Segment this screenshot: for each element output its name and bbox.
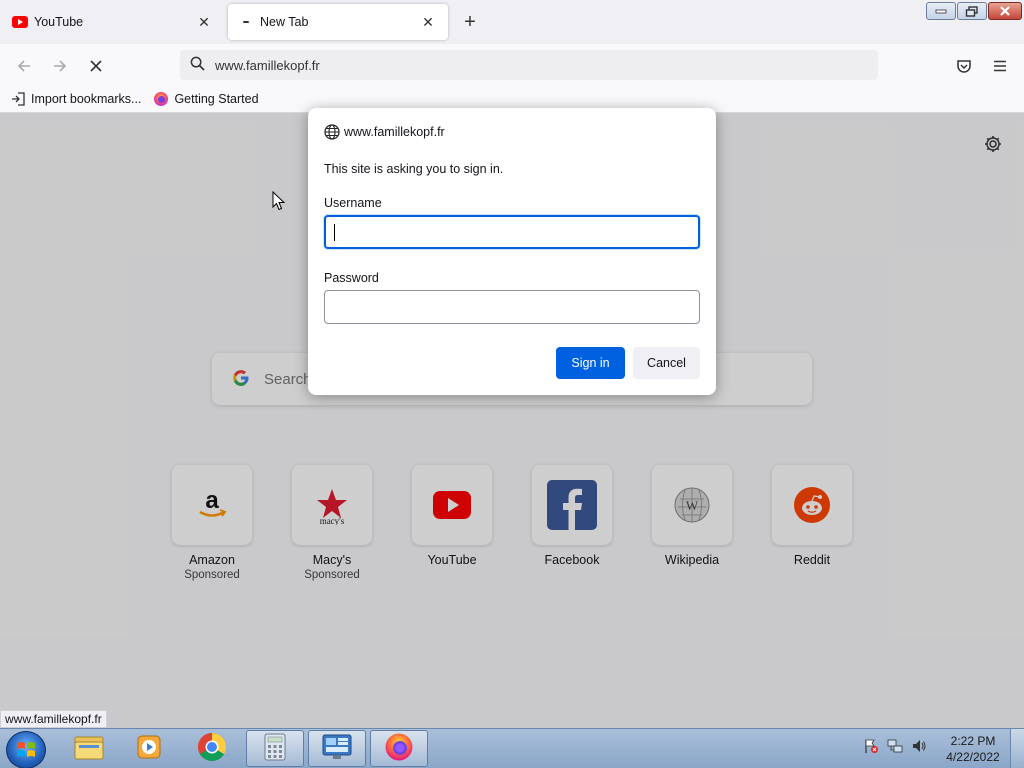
calculator-icon xyxy=(263,733,287,764)
clock-date: 4/22/2022 xyxy=(946,750,1000,764)
system-tray xyxy=(862,737,934,755)
text-caret xyxy=(334,224,335,241)
pocket-icon[interactable] xyxy=(951,53,977,79)
volume-icon[interactable] xyxy=(910,737,928,755)
password-field[interactable] xyxy=(324,290,700,324)
tab-youtube[interactable]: YouTube ✕ xyxy=(2,4,224,40)
taskbar-calculator[interactable] xyxy=(246,730,304,767)
taskbar-explorer[interactable] xyxy=(60,730,118,767)
bookmark-label: Import bookmarks... xyxy=(31,92,142,106)
firefox-icon xyxy=(153,91,169,107)
control-panel-icon xyxy=(321,733,353,764)
clock-time: 2:22 PM xyxy=(950,734,996,748)
tab-label: YouTube xyxy=(34,15,84,29)
taskbar: 2:22 PM 4/22/2022 xyxy=(0,728,1024,768)
search-icon xyxy=(190,56,205,74)
stop-button[interactable] xyxy=(83,53,109,79)
folder-icon xyxy=(73,733,105,764)
taskbar-firefox[interactable] xyxy=(370,730,428,767)
chrome-icon xyxy=(197,732,227,765)
tab-new-tab[interactable]: New Tab ✕ xyxy=(228,4,448,40)
network-icon[interactable] xyxy=(886,737,904,755)
show-desktop-button[interactable] xyxy=(1010,729,1024,768)
auth-dialog: www.famillekopf.fr This site is asking y… xyxy=(308,108,716,395)
menu-icon[interactable] xyxy=(987,53,1013,79)
sign-in-button[interactable]: Sign in xyxy=(556,347,625,379)
mouse-cursor-icon xyxy=(272,190,286,211)
restore-button[interactable] xyxy=(957,2,987,20)
firefox-icon xyxy=(384,732,414,765)
bookmark-import[interactable]: Import bookmarks... xyxy=(10,91,141,107)
import-icon xyxy=(10,91,26,107)
close-window-button[interactable] xyxy=(988,2,1022,20)
dialog-header: www.famillekopf.fr xyxy=(324,124,700,140)
password-label: Password xyxy=(324,271,379,285)
url-text: www.famillekopf.fr xyxy=(215,57,320,73)
dialog-site: www.famillekopf.fr xyxy=(344,125,445,139)
youtube-icon xyxy=(12,14,28,30)
minimize-button[interactable] xyxy=(926,2,956,20)
globe-icon xyxy=(324,124,340,140)
close-tab-icon[interactable]: ✕ xyxy=(194,12,214,32)
media-player-icon xyxy=(135,733,163,764)
taskbar-control-panel[interactable] xyxy=(308,730,366,767)
tab-strip: YouTube ✕ New Tab ✕ + xyxy=(0,0,1024,44)
close-tab-icon[interactable]: ✕ xyxy=(418,12,438,32)
taskbar-clock[interactable]: 2:22 PM 4/22/2022 xyxy=(940,733,1006,765)
taskbar-media-player[interactable] xyxy=(120,730,178,767)
bookmark-label: Getting Started xyxy=(174,92,259,106)
tab-label: New Tab xyxy=(260,15,309,29)
windows-logo-icon xyxy=(17,742,35,757)
action-center-flag-icon[interactable] xyxy=(862,737,880,755)
dialog-buttons: Sign in Cancel xyxy=(548,347,700,379)
username-label: Username xyxy=(324,196,382,210)
dialog-message: This site is asking you to sign in. xyxy=(324,162,504,176)
back-button[interactable] xyxy=(11,53,37,79)
new-tab-button[interactable]: + xyxy=(458,10,482,34)
start-button[interactable] xyxy=(6,731,46,768)
cancel-button[interactable]: Cancel xyxy=(633,347,700,379)
navigation-toolbar: www.famillekopf.fr xyxy=(0,44,1024,86)
status-bar-url: www.famillekopf.fr xyxy=(0,710,107,728)
url-bar[interactable]: www.famillekopf.fr xyxy=(180,50,878,80)
username-field[interactable] xyxy=(324,215,700,249)
loading-icon xyxy=(238,14,254,30)
bookmark-getting-started[interactable]: Getting Started xyxy=(153,91,259,107)
forward-button[interactable] xyxy=(47,53,73,79)
taskbar-chrome[interactable] xyxy=(183,730,241,767)
